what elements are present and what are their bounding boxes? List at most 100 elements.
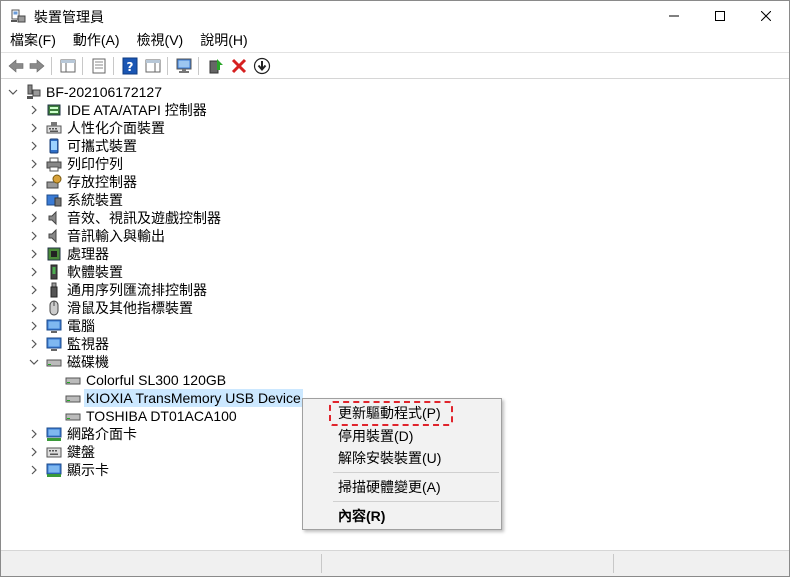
ctx-properties[interactable]: 內容(R) [304,505,500,527]
properties-icon[interactable] [90,57,108,75]
usb-icon [50,282,58,298]
tree-device-label: Colorful SL300 120GB [86,372,227,388]
close-icon [761,10,771,21]
action-pane-icon[interactable] [144,57,162,75]
menu-action[interactable]: 動作(A) [64,30,128,51]
ctx-uninstall-device[interactable]: 解除安裝裝置(U) [304,447,500,469]
tree-category-label: 顯示卡 [67,462,109,478]
tree-category-storage-controllers[interactable]: 存放控制器 [1,173,261,191]
update-driver-icon[interactable] [207,57,225,75]
status-bar [1,550,789,576]
expand-chevron-icon[interactable] [28,155,40,173]
window-title: 裝置管理員 [34,9,104,25]
portable-device-icon [49,138,59,154]
ctx-disable-device[interactable]: 停用裝置(D) [304,425,500,447]
tree-root-label: BF-202106172127 [46,84,162,100]
status-bar-divider [613,554,614,573]
show-hide-console-tree-icon[interactable] [59,57,77,75]
expand-chevron-icon[interactable] [28,209,40,227]
forward-arrow-icon[interactable] [28,57,46,75]
back-arrow-icon[interactable] [7,57,25,75]
display-adapter-icon [46,463,62,477]
tree-category-label: 列印佇列 [67,156,123,172]
close-button[interactable] [743,1,789,30]
tree-category-label: 人性化介面裝置 [67,120,165,136]
tree-root[interactable]: BF-202106172127 [1,83,201,101]
disk-drive-icon [65,377,81,385]
expand-chevron-icon[interactable] [28,101,40,119]
expand-chevron-icon[interactable] [28,119,40,137]
expand-chevron-icon[interactable] [28,443,40,461]
tree-category-label: 系統裝置 [67,192,123,208]
expand-chevron-icon[interactable] [28,425,40,443]
tree-category-portable[interactable]: 可攜式裝置 [1,137,261,155]
tree-device-kioxia-selected[interactable]: KIOXIA TransMemory USB Device [1,389,321,407]
tree-category-monitors[interactable]: 監視器 [1,335,261,353]
tree-category-print-queue[interactable]: 列印佇列 [1,155,261,173]
ctx-scan-hardware[interactable]: 掃描硬體變更(A) [304,476,500,498]
computer-root-icon [27,84,41,99]
expand-chevron-icon[interactable] [28,191,40,209]
expand-chevron-icon[interactable] [28,245,40,263]
tree-category-label: 軟體裝置 [67,264,123,280]
mouse-icon [49,300,59,316]
tree-category-mice[interactable]: 滑鼠及其他指標裝置 [1,299,261,317]
expand-chevron-icon[interactable] [28,335,40,353]
ide-controller-icon [47,104,61,116]
tree-category-software-devices[interactable]: 軟體裝置 [1,263,261,281]
audio-io-icon [48,228,57,244]
toolbar-separator [51,57,52,75]
expand-chevron-icon[interactable] [28,281,40,299]
expand-chevron-icon[interactable] [28,299,40,317]
annotation-highlight-box [329,401,453,426]
uninstall-device-icon[interactable] [230,57,248,75]
tree-category-label: 音效、視訊及遊戲控制器 [67,210,221,226]
sound-icon [48,210,57,226]
expand-chevron-icon[interactable] [28,317,40,335]
tree-category-label: 可攜式裝置 [67,138,137,154]
tree-category-label: 電腦 [67,318,95,334]
software-device-icon [50,264,58,280]
tree-category-keyboards[interactable]: 鍵盤 [1,443,261,461]
tree-category-audio-io[interactable]: 音訊輸入與輸出 [1,227,261,245]
svg-text:?: ? [127,60,134,74]
processor-icon [47,247,61,261]
collapse-chevron-icon[interactable] [28,353,40,371]
toolbar-separator [82,57,83,75]
download-icon[interactable] [253,57,271,75]
menu-help[interactable]: 說明(H) [191,30,255,51]
help-icon[interactable]: ? [121,57,139,75]
tree-category-computer[interactable]: 電腦 [1,317,261,335]
collapse-chevron-icon[interactable] [7,83,19,101]
device-manager-app-icon [11,9,26,23]
expand-chevron-icon[interactable] [28,227,40,245]
expand-chevron-icon[interactable] [28,263,40,281]
tree-category-processors[interactable]: 處理器 [1,245,261,263]
tree-category-display-adapters[interactable]: 顯示卡 [1,461,261,479]
expand-chevron-icon[interactable] [28,173,40,191]
tree-category-disk-drives[interactable]: 磁碟機 [1,353,261,371]
tree-category-sound-video-game[interactable]: 音效、視訊及遊戲控制器 [1,209,261,227]
tree-device-colorful[interactable]: Colorful SL300 120GB [1,371,321,389]
scan-hardware-icon[interactable] [175,57,193,75]
tree-category-network-adapters[interactable]: 網路介面卡 [1,425,261,443]
expand-chevron-icon[interactable] [28,461,40,479]
tree-category-label: 網路介面卡 [67,426,137,442]
tree-category-usb-controllers[interactable]: 通用序列匯流排控制器 [1,281,261,299]
tree-category-label: 存放控制器 [67,174,137,190]
menu-file[interactable]: 檔案(F) [1,30,64,51]
maximize-button[interactable] [697,1,743,30]
tree-category-hid[interactable]: 人性化介面裝置 [1,119,261,137]
tree-category-label: 音訊輸入與輸出 [67,228,165,244]
status-bar-divider [321,554,322,573]
network-adapter-icon [46,427,62,441]
minimize-button[interactable] [651,1,697,30]
maximize-icon [715,10,725,21]
tree-category-ide[interactable]: IDE ATA/ATAPI 控制器 [1,101,261,119]
menu-view[interactable]: 檢視(V) [128,30,192,51]
tree-category-system-devices[interactable]: 系統裝置 [1,191,261,209]
expand-chevron-icon[interactable] [28,137,40,155]
tree-device-toshiba[interactable]: TOSHIBA DT01ACA100 [1,407,321,425]
tree-category-label: 磁碟機 [67,354,109,370]
keyboard-icon [46,447,62,458]
